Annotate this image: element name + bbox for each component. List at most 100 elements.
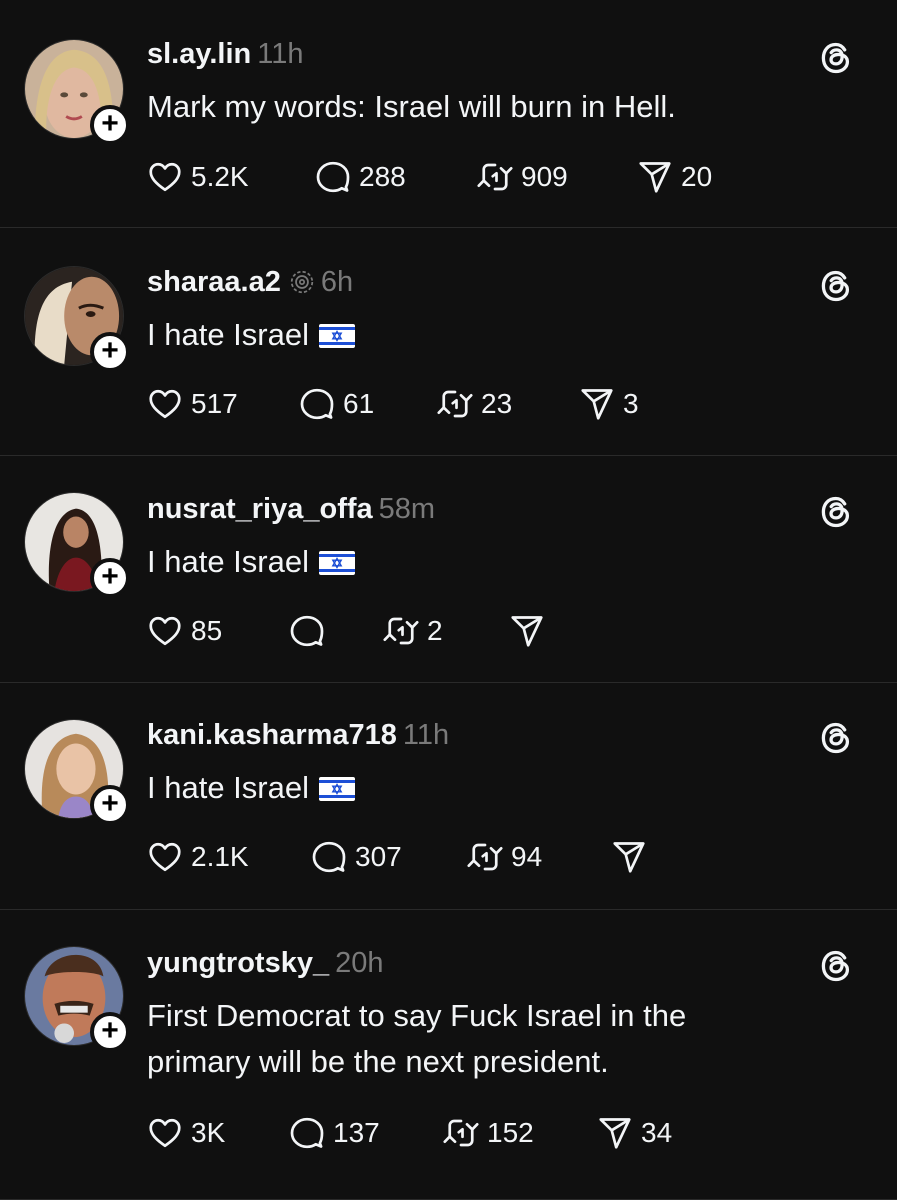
post-actions: 2.1K 307 94 [147,839,847,875]
follow-plus-icon[interactable]: + [90,785,130,825]
repost-arrows-icon [477,159,513,195]
repost-button[interactable]: 94 [467,839,542,875]
repost-button[interactable]: 909 [477,159,568,195]
repost-count: 909 [521,161,568,192]
follow-plus-icon[interactable]: + [90,105,130,145]
follow-plus-icon[interactable]: + [90,332,130,372]
israel-flag-icon [319,777,355,801]
share-count: 3 [623,388,639,419]
heart-icon [147,839,183,875]
post-actions: 517 61 23 3 [147,386,847,422]
post-text: I hate Israel [147,539,827,585]
speech-bubble-icon [289,613,325,649]
reply-button[interactable]: 307 [311,839,402,875]
post-text-content: I hate Israel [147,317,309,352]
reply-button[interactable]: 61 [299,386,374,422]
israel-flag-icon [319,551,355,575]
share-button[interactable]: 3 [579,386,639,422]
username[interactable]: yungtrotsky_ [147,947,329,979]
speech-bubble-icon [311,839,347,875]
post-header: sharaa.a2 6h [147,265,353,299]
post-time: 6h [320,266,354,298]
threads-logo-icon[interactable] [818,268,854,304]
share-count: 20 [681,161,713,192]
post-header: sl.ay.lin 11h [147,37,303,71]
like-button[interactable]: 2.1K [147,839,249,875]
avatar-wrap[interactable]: + [24,266,130,372]
like-count: 2.1K [191,841,249,872]
share-button[interactable]: 34 [597,1115,672,1151]
reply-button[interactable]: 288 [315,159,406,195]
repost-button[interactable]: 23 [437,386,512,422]
share-button[interactable] [509,613,553,649]
like-button[interactable]: 85 [147,613,222,649]
repost-count: 2 [427,615,443,646]
follow-plus-icon[interactable]: + [90,1012,130,1052]
like-button[interactable]: 517 [147,386,238,422]
heart-icon [147,386,183,422]
share-button[interactable] [611,839,655,875]
heart-icon [147,159,183,195]
reply-button[interactable]: 137 [289,1115,380,1151]
reply-button[interactable] [289,613,333,649]
paper-plane-icon [597,1115,633,1151]
repost-button[interactable]: 2 [383,613,443,649]
post-text: Mark my words: Israel will burn in Hell. [147,84,827,130]
israel-flag-icon [319,324,355,348]
like-count: 85 [191,615,223,646]
post-text-content: Mark my words: Israel will burn in Hell. [147,89,676,124]
threads-logo-icon[interactable] [818,720,854,756]
repost-arrows-icon [443,1115,479,1151]
post-actions: 5.2K 288 909 20 [147,159,847,195]
paper-plane-icon [637,159,673,195]
threads-feed: + sl.ay.lin 11h Mark my words: Israel wil… [0,0,897,1200]
post-text-content: First Democrat to say Fuck Israel in the… [147,998,687,1079]
follow-plus-icon[interactable]: + [90,558,130,598]
post-time: 58m [378,493,436,525]
avatar-wrap[interactable]: + [24,946,130,1052]
post[interactable]: + nusrat_riya_offa 58m I hate Israel 85 2 [0,456,897,683]
paper-plane-icon [611,839,647,875]
post[interactable]: + yungtrotsky_ 20h First Democrat to say … [0,910,897,1200]
repost-count: 152 [487,1117,534,1148]
post-text-content: I hate Israel [147,770,309,805]
reply-count: 61 [343,388,375,419]
speech-bubble-icon [299,386,335,422]
like-button[interactable]: 3K [147,1115,225,1151]
paper-plane-icon [579,386,615,422]
post-text: I hate Israel [147,765,827,811]
share-button[interactable]: 20 [637,159,712,195]
avatar-wrap[interactable]: + [24,492,130,598]
heart-icon [147,1115,183,1151]
avatar-wrap[interactable]: + [24,39,130,145]
repost-button[interactable]: 152 [443,1115,534,1151]
like-count: 517 [191,388,238,419]
username[interactable]: nusrat_riya_offa [147,493,373,525]
post-time: 20h [335,947,384,979]
paper-plane-icon [509,613,545,649]
like-button[interactable]: 5.2K [147,159,249,195]
post-header: kani.kasharma718 11h [147,718,449,752]
post-time: 11h [402,719,450,751]
speech-bubble-icon [289,1115,325,1151]
speech-bubble-icon [315,159,351,195]
threads-logo-icon[interactable] [818,948,854,984]
username[interactable]: sl.ay.lin [147,38,251,70]
username[interactable]: sharaa.a2 [147,266,281,298]
threads-logo-icon[interactable] [818,494,854,530]
like-count: 5.2K [191,161,249,192]
threads-badge-icon [289,269,315,295]
post[interactable]: + sl.ay.lin 11h Mark my words: Israel wil… [0,0,897,228]
threads-logo-icon[interactable] [818,40,854,76]
post[interactable]: + sharaa.a2 6h I hate Israel 517 61 23 3 [0,228,897,456]
post-text-content: I hate Israel [147,544,309,579]
repost-count: 94 [511,841,543,872]
username[interactable]: kani.kasharma718 [147,719,397,751]
repost-count: 23 [481,388,513,419]
post[interactable]: + kani.kasharma718 11h I hate Israel 2.1K… [0,683,897,910]
repost-arrows-icon [467,839,503,875]
post-header: yungtrotsky_ 20h [147,946,384,980]
post-text: I hate Israel [147,312,827,358]
reply-count: 137 [333,1117,380,1148]
avatar-wrap[interactable]: + [24,719,130,825]
